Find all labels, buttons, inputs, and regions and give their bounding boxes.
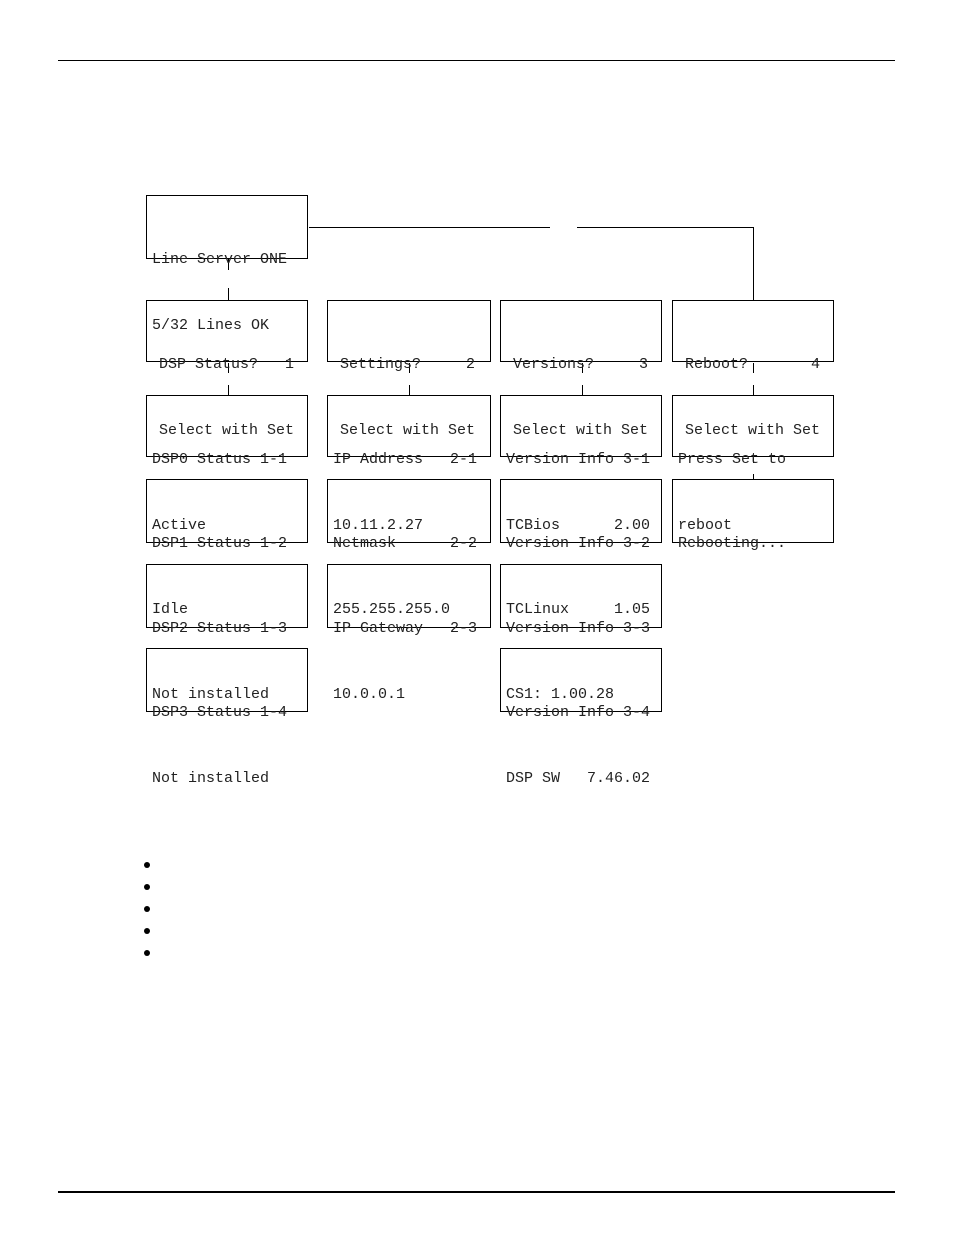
- display-line-1: IP Gateway 2-3: [333, 620, 478, 637]
- header-rule: [58, 60, 895, 61]
- display-line-1: Press Set to: [678, 451, 787, 468]
- version-box: Version Info 3-3 CS1: 1.00.28: [500, 564, 662, 703]
- display-line-1: DSP2 Status 1-3: [152, 620, 288, 637]
- display-line-2: DSP SW 7.46.02: [506, 770, 651, 787]
- menu-versions: Versions? 3 Select with Set: [500, 300, 662, 439]
- connector: [577, 227, 754, 228]
- page: Line Server ONE 5/32 Lines OK DSP Status…: [0, 0, 954, 1235]
- display-line-1: DSP3 Status 1-4: [152, 704, 288, 721]
- reboot-box: Rebooting...: [672, 479, 834, 552]
- display-line-1: IP Address 2-1: [333, 451, 478, 468]
- bullet-icon: [144, 862, 150, 868]
- reboot-box: Press Set to reboot: [672, 395, 834, 534]
- display-line-2: Not installed: [152, 770, 270, 787]
- bullet-icon: [144, 950, 150, 956]
- version-box: Version Info 3-2 TCLinux 1.05: [500, 479, 662, 618]
- bullet-icon: [144, 928, 150, 934]
- dsp-status-box: DSP2 Status 1-3 Not installed: [146, 564, 308, 703]
- bullet-icon: [144, 906, 150, 912]
- dsp-status-box: DSP3 Status 1-4 Not installed: [146, 648, 308, 787]
- display-line-1: Line Server ONE: [152, 251, 288, 268]
- display-line-1: Version Info 3-1: [506, 451, 651, 468]
- bullet-icon: [144, 884, 150, 890]
- display-line-1: Version Info 3-3: [506, 620, 651, 637]
- display-line-1: DSP0 Status 1-1: [152, 451, 288, 468]
- display-line-1: Version Info 3-4: [506, 704, 651, 721]
- display-line-1: DSP Status? 1: [159, 356, 295, 373]
- display-line-1: Rebooting...: [678, 535, 787, 552]
- menu-settings: Settings? 2 Select with Set: [327, 300, 491, 439]
- display-line-1: Versions? 3: [513, 356, 649, 373]
- connector: [309, 227, 550, 228]
- display-line-1: Reboot? 4: [685, 356, 821, 373]
- settings-box: IP Address 2-1 10.11.2.27: [327, 395, 491, 534]
- dsp-status-box: DSP0 Status 1-1 Active: [146, 395, 308, 534]
- footer-rule: [58, 1191, 895, 1193]
- connector: [753, 227, 754, 300]
- display-line-1: Settings? 2: [340, 356, 476, 373]
- settings-box: Netmask 2-2 255.255.255.0: [327, 479, 491, 618]
- root-display-box: Line Server ONE 5/32 Lines OK: [146, 195, 308, 334]
- menu-reboot: Reboot? 4 Select with Set: [672, 300, 834, 439]
- display-line-1: Netmask 2-2: [333, 535, 478, 552]
- display-line-2: [678, 599, 833, 621]
- dsp-status-box: DSP1 Status 1-2 Idle: [146, 479, 308, 618]
- version-box: Version Info 3-4 DSP SW 7.46.02: [500, 648, 662, 787]
- menu-dsp-status: DSP Status? 1 Select with Set: [146, 300, 308, 439]
- version-box: Version Info 3-1 TCBios 2.00: [500, 395, 662, 534]
- display-line-2: 10.0.0.1: [333, 686, 406, 703]
- display-line-1: DSP1 Status 1-2: [152, 535, 288, 552]
- settings-box: IP Gateway 2-3 10.0.0.1: [327, 564, 491, 703]
- display-line-1: Version Info 3-2: [506, 535, 651, 552]
